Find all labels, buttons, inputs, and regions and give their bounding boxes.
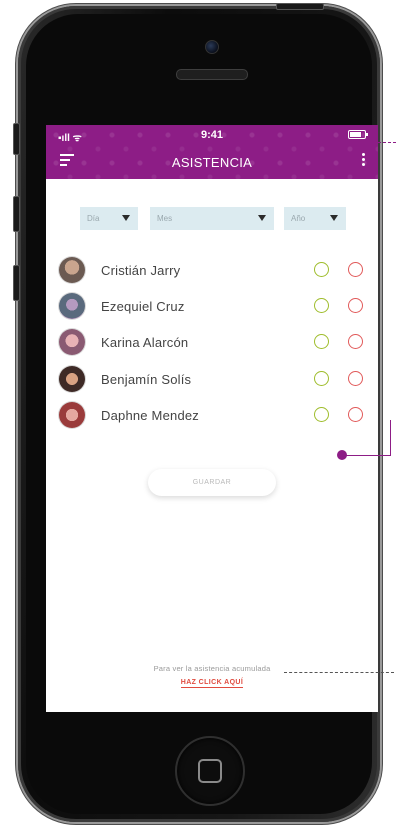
annotation-line xyxy=(390,420,391,456)
student-name: Ezequiel Cruz xyxy=(101,299,185,314)
status-time: 9:41 xyxy=(200,129,224,141)
present-radio[interactable] xyxy=(314,407,329,422)
month-select-label: Mes xyxy=(157,214,173,223)
student-name: Cristián Jarry xyxy=(101,263,181,278)
student-name: Daphne Mendez xyxy=(101,408,199,423)
year-select[interactable]: Año xyxy=(284,207,346,230)
volume-down-button xyxy=(13,265,20,301)
earpiece-speaker xyxy=(176,69,248,80)
click-here-label: HAZ CLICK AQUÍ xyxy=(180,679,244,688)
power-button xyxy=(276,3,324,10)
absent-radio[interactable] xyxy=(348,298,363,313)
present-radio[interactable] xyxy=(314,262,329,277)
home-button[interactable] xyxy=(175,736,245,806)
year-select-label: Año xyxy=(291,214,306,223)
app-header: ▪ıll ᯤ 9:41 ASISTENCIA xyxy=(46,125,378,179)
present-radio[interactable] xyxy=(314,371,329,386)
annotation-dot xyxy=(337,450,347,460)
avatar xyxy=(59,293,85,319)
student-name: Karina Alarcón xyxy=(101,335,189,350)
silent-switch xyxy=(13,123,20,155)
battery-icon xyxy=(348,130,368,139)
absent-radio[interactable] xyxy=(348,407,363,422)
date-filters: Día Mes Año xyxy=(46,207,378,230)
month-select[interactable]: Mes xyxy=(150,207,274,230)
home-square-icon xyxy=(198,759,222,783)
volume-up-button xyxy=(13,196,20,232)
avatar xyxy=(59,329,85,355)
avatar xyxy=(59,257,85,283)
present-radio[interactable] xyxy=(314,298,329,313)
student-row: Benjamín Solís xyxy=(46,364,378,394)
app-screen: ▪ıll ᯤ 9:41 ASISTENCIA Día Mes Año Crist… xyxy=(46,125,378,712)
student-row: Ezequiel Cruz xyxy=(46,291,378,321)
avatar xyxy=(59,366,85,392)
save-button[interactable]: GUARDAR xyxy=(148,469,276,496)
student-row: Cristián Jarry xyxy=(46,255,378,285)
annotation-line xyxy=(343,455,391,456)
annotation-line xyxy=(284,672,394,673)
present-radio[interactable] xyxy=(314,334,329,349)
front-camera xyxy=(205,40,219,54)
click-here-link[interactable]: HAZ CLICK AQUÍ xyxy=(46,679,378,688)
status-bar: ▪ıll ᯤ 9:41 xyxy=(46,127,378,144)
annotation-line xyxy=(378,142,396,143)
student-row: Daphne Mendez xyxy=(46,400,378,430)
avatar xyxy=(59,402,85,428)
absent-radio[interactable] xyxy=(348,371,363,386)
student-name: Benjamín Solís xyxy=(101,372,192,387)
absent-radio[interactable] xyxy=(348,334,363,349)
more-options-icon[interactable] xyxy=(362,153,366,167)
chevron-down-icon xyxy=(122,215,130,221)
chevron-down-icon xyxy=(330,215,338,221)
page-title: ASISTENCIA xyxy=(171,155,253,170)
day-select-label: Día xyxy=(87,214,100,223)
absent-radio[interactable] xyxy=(348,262,363,277)
day-select[interactable]: Día xyxy=(80,207,138,230)
student-row: Karina Alarcón xyxy=(46,327,378,357)
chevron-down-icon xyxy=(258,215,266,221)
